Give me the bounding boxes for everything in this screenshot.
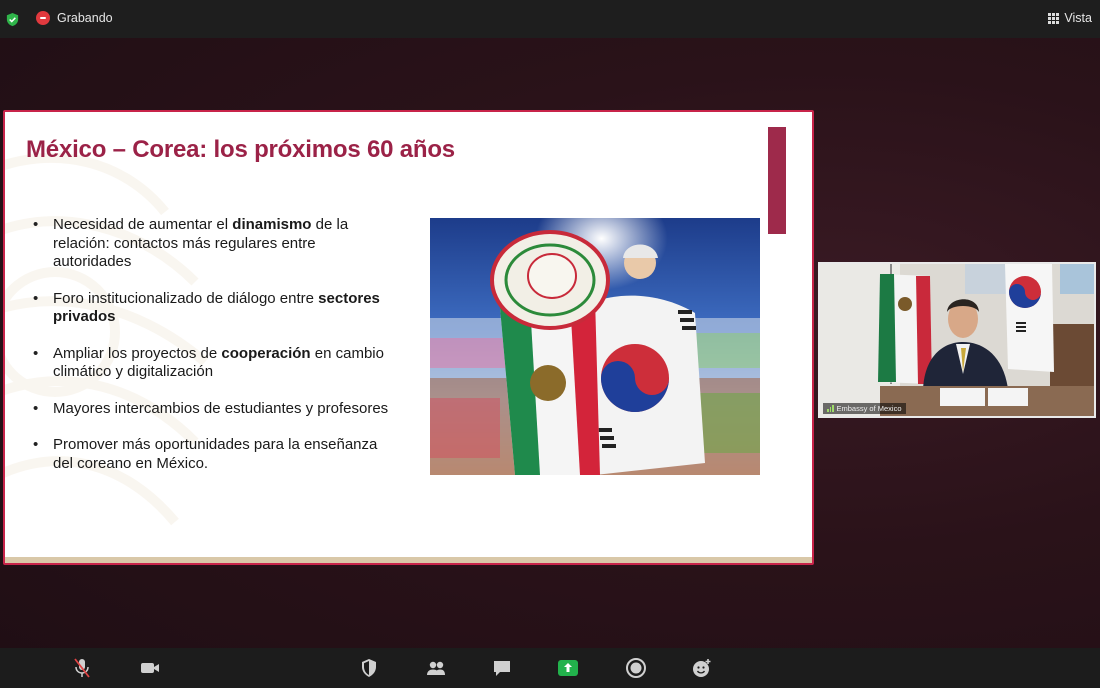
recording-indicator[interactable]: Grabando [36,11,113,25]
grid-view-icon [1048,12,1060,24]
signal-strength-icon [827,405,834,412]
microphone-muted-icon[interactable] [70,656,94,680]
slide-accent-bar [768,127,786,234]
record-icon[interactable] [624,656,648,680]
meeting-toolbar [0,648,1100,688]
recording-icon [36,11,50,25]
recording-label: Grabando [57,11,113,25]
speaker-name-tag: Embassy of Mexico [823,403,906,414]
participants-icon[interactable] [424,656,448,680]
bullet-item: Ampliar los proyectos de cooperación en … [33,345,393,382]
speaker-video [820,264,1094,416]
slide-bullet-list: Necesidad de aumentar el dinamismo de la… [33,216,393,491]
view-button[interactable]: Vista [1048,11,1092,25]
reactions-icon[interactable] [690,656,714,680]
speaker-video-tile[interactable]: Embassy of Mexico [818,262,1096,418]
shared-screen-slide: México – Corea: los próximos 60 años Nec… [3,110,814,565]
speaker-name: Embassy of Mexico [836,404,902,413]
bullet-item: Foro institucionalizado de diálogo entre… [33,290,393,327]
view-label: Vista [1064,11,1092,25]
slide-title: México – Corea: los próximos 60 años [26,136,455,163]
flags-photo [430,218,760,475]
bullet-item: Necesidad de aumentar el dinamismo de la… [33,216,393,272]
meeting-top-bar: Grabando Vista [0,0,1100,38]
encryption-shield-icon[interactable] [5,12,20,27]
chat-icon[interactable] [490,656,514,680]
bullet-item: Promover más oportunidades para la enseñ… [33,436,393,473]
video-camera-icon[interactable] [138,656,162,680]
bullet-item: Mayores intercambios de estudiantes y pr… [33,400,393,419]
share-screen-icon[interactable] [556,656,580,680]
security-shield-icon[interactable] [357,656,381,680]
slide-footer-band [5,557,812,563]
